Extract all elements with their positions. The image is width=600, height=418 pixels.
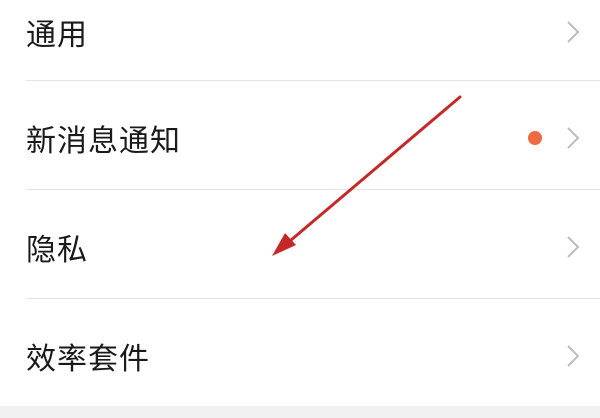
settings-item-privacy[interactable]: 隐私 <box>0 193 600 301</box>
settings-item-efficiency-suite[interactable]: 效率套件 <box>0 302 600 410</box>
settings-item-label: 隐私 <box>26 233 88 268</box>
chevron-right-icon <box>567 345 580 367</box>
settings-item-label: 通用 <box>26 18 88 53</box>
section-gap <box>0 406 600 418</box>
settings-item-new-message-notification[interactable]: 新消息通知 <box>0 84 600 192</box>
settings-item-label: 效率套件 <box>26 342 150 377</box>
notification-badge-dot <box>528 131 542 145</box>
divider <box>26 80 600 81</box>
divider <box>26 189 600 190</box>
chevron-right-icon <box>567 236 580 258</box>
divider <box>26 298 600 299</box>
settings-item-label: 新消息通知 <box>26 124 181 159</box>
settings-item-general[interactable]: 通用 <box>0 0 600 86</box>
chevron-right-icon <box>567 21 580 43</box>
chevron-right-icon <box>567 127 580 149</box>
